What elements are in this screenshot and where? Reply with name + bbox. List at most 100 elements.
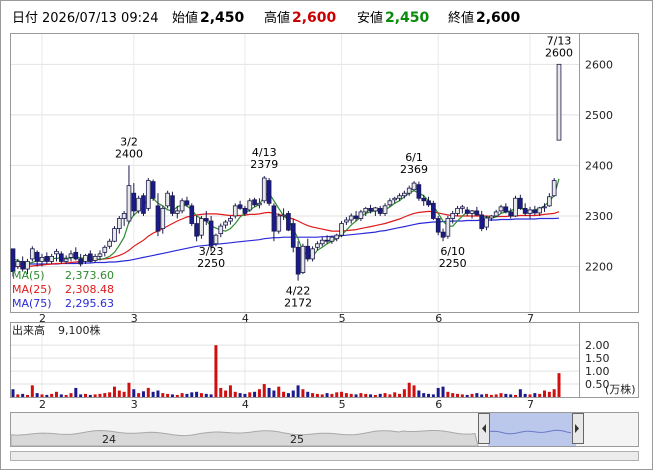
- navigator-right-handle[interactable]: [572, 413, 584, 444]
- candle-down-body: [208, 220, 214, 247]
- volume-bar: [325, 393, 329, 397]
- horizontal-scrollbar[interactable]: [10, 451, 639, 461]
- volume-bar: [166, 393, 170, 397]
- candle: [286, 210, 291, 232]
- volume-bar: [267, 387, 271, 397]
- volume-bar: [398, 393, 402, 397]
- candle-down-body: [295, 246, 301, 275]
- volume-bar: [117, 390, 121, 397]
- candle-up-body: [174, 210, 180, 214]
- volume-bar: [156, 390, 160, 397]
- annotation-price: 2379: [250, 158, 278, 171]
- candle-down-body: [431, 202, 436, 219]
- volume-bar: [54, 391, 58, 397]
- open-label: 始値: [172, 10, 198, 26]
- volume-unit: (万株): [605, 382, 636, 396]
- candle-up-body: [537, 207, 543, 214]
- volume-x-tick-label: 3: [131, 398, 138, 411]
- volume-bar: [417, 390, 421, 397]
- volume-bar: [69, 393, 73, 397]
- candle-down-body: [78, 258, 83, 265]
- navigator-left-handle[interactable]: [478, 413, 490, 444]
- candle-up-body: [83, 254, 88, 262]
- volume-bar: [378, 393, 382, 397]
- candle: [339, 221, 344, 238]
- candle-up-body: [344, 219, 349, 223]
- volume-bar: [552, 389, 556, 397]
- volume-bar: [146, 387, 150, 397]
- candle-down-body: [170, 195, 175, 214]
- volume-bar: [272, 390, 276, 397]
- volume-bar: [373, 394, 377, 397]
- candle-up-body: [165, 192, 170, 207]
- candle-down-body: [237, 204, 243, 209]
- volume-bar: [364, 393, 368, 397]
- volume-bar: [180, 393, 184, 397]
- candle-up-body: [329, 236, 335, 242]
- candle-down-body: [73, 251, 79, 260]
- candle-up-body: [387, 200, 393, 206]
- volume-bar: [407, 382, 411, 397]
- price-y-tick-label: 2200: [585, 261, 613, 274]
- candle-up-body: [261, 177, 267, 202]
- candle-up-body: [402, 192, 407, 197]
- volume-bar: [528, 394, 532, 397]
- candle-down-body: [368, 207, 373, 212]
- candle-down-body: [324, 239, 330, 242]
- candle-up-body: [92, 255, 98, 261]
- volume-bar: [422, 393, 426, 397]
- volume-bar: [538, 393, 542, 397]
- volume-x-tick-label: 5: [339, 398, 346, 411]
- volume-bar: [354, 394, 358, 397]
- range-navigator[interactable]: 24 25: [10, 412, 639, 461]
- ma5-value: 2,373.60: [65, 269, 114, 282]
- volume-bar: [45, 394, 49, 397]
- volume-bar: [79, 394, 83, 397]
- navigator-selection[interactable]: [488, 413, 576, 446]
- volume-bar: [441, 386, 445, 397]
- candle-down-body: [503, 206, 509, 213]
- candle-up-body: [25, 261, 30, 270]
- volume-bar: [141, 391, 145, 397]
- ma25-value: 2,308.48: [65, 283, 114, 296]
- volume-bar: [132, 389, 136, 397]
- volume-x-tick-label: 7: [527, 398, 534, 411]
- volume-y-tick-label: 1.00: [585, 365, 610, 378]
- volume-bar: [185, 393, 189, 397]
- volume-bar: [543, 390, 547, 397]
- candle: [551, 178, 557, 197]
- volume-bar: [238, 393, 242, 397]
- candle-up-body: [179, 200, 185, 212]
- volume-bar: [64, 394, 68, 397]
- volume-bar: [349, 393, 353, 397]
- candle: [556, 63, 562, 141]
- annotation-price: 2172: [284, 297, 312, 310]
- volume-bar: [122, 391, 126, 397]
- candle: [435, 215, 441, 236]
- low-label: 安値: [357, 10, 383, 26]
- volume-bar: [282, 391, 286, 397]
- volume-bar: [494, 394, 498, 397]
- candle: [276, 213, 282, 234]
- volume-bar: [93, 394, 97, 397]
- volume-bar: [301, 389, 305, 397]
- candle-down-body: [44, 255, 50, 262]
- volume-bar: [315, 393, 319, 397]
- candle: [165, 190, 170, 209]
- volume-x-tick-label: 6: [435, 398, 442, 411]
- volume-x-tick-label: 2: [39, 398, 46, 411]
- volume-bar: [25, 394, 29, 397]
- price-y-tick-label: 2500: [585, 109, 613, 122]
- candle-down-body: [271, 205, 277, 232]
- candle-up-body: [39, 257, 45, 262]
- volume-bar: [296, 385, 300, 397]
- volume-bar: [204, 393, 208, 397]
- volume-bar: [499, 393, 503, 397]
- candle-up-body: [15, 261, 21, 267]
- volume-value: 9,100株: [58, 323, 101, 337]
- candle-down-body: [290, 223, 296, 248]
- candle-up-body: [392, 197, 398, 201]
- navigator-label-25: 25: [290, 433, 304, 446]
- candle-up-body: [411, 182, 417, 191]
- volume-bar: [533, 393, 537, 397]
